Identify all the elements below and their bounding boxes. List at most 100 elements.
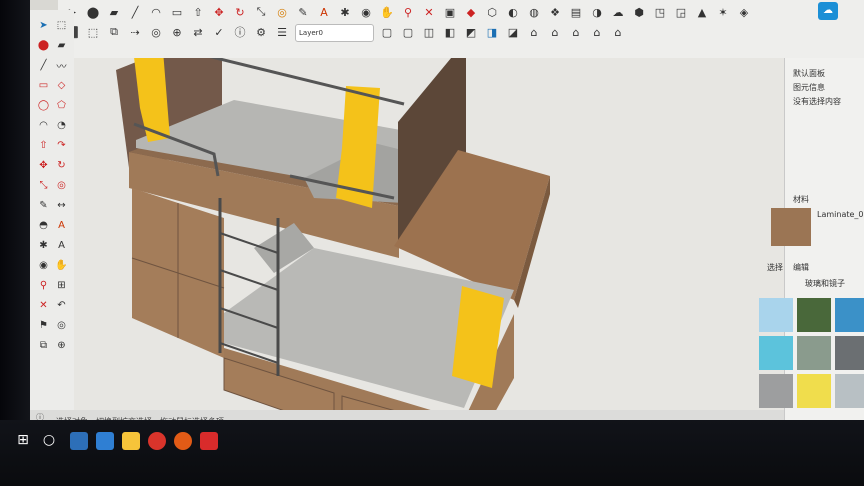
windows-start-icon[interactable]: ⊞ (14, 432, 32, 450)
hidden-line-icon[interactable]: ◧ (442, 24, 458, 40)
position-camera-tool-icon[interactable]: ⊕ (54, 338, 69, 353)
right-view-icon[interactable]: ▲ (694, 4, 710, 20)
zoom-icon[interactable]: ⚲ (400, 4, 416, 20)
select-tool-icon[interactable]: ➤ (36, 18, 51, 33)
paint-bucket-icon[interactable]: ⬤ (36, 38, 51, 53)
3d-text-icon[interactable]: A (54, 238, 69, 253)
pan-tool-icon[interactable]: ✋ (54, 258, 69, 273)
dimension-icon[interactable]: ↔ (54, 198, 69, 213)
extension-icon[interactable]: ◆ (463, 4, 479, 20)
make-component-icon[interactable]: ⬚ (54, 18, 69, 33)
materials-title[interactable]: 材料 (793, 194, 809, 205)
paint-icon[interactable]: ⬤ (85, 4, 101, 20)
file-explorer-icon[interactable] (122, 432, 140, 450)
house-icon[interactable]: ⌂ (526, 24, 542, 40)
scale-icon[interactable]: ⤡ (253, 4, 269, 20)
shaded-icon[interactable]: ◩ (463, 24, 479, 40)
arc-tool-icon[interactable]: ◠ (36, 118, 51, 133)
layers-icon[interactable]: ❖ (547, 4, 563, 20)
rotated-rectangle-icon[interactable]: ◇ (54, 78, 69, 93)
swatch-glass-cyan[interactable] (759, 336, 793, 370)
axes-icon[interactable]: ✱ (337, 4, 353, 20)
house-side-icon[interactable]: ⌂ (568, 24, 584, 40)
rotate-tool-icon[interactable]: ↻ (54, 158, 69, 173)
search-icon[interactable]: ○ (40, 432, 58, 450)
arc-icon[interactable]: ◠ (148, 4, 164, 20)
zoom-extents-icon[interactable]: ✕ (421, 4, 437, 20)
entity-info-title[interactable]: 图元信息 (793, 82, 825, 93)
scale-tool-icon[interactable]: ⤡ (36, 178, 51, 193)
components-icon[interactable]: ⬡ (484, 4, 500, 20)
xray-icon[interactable]: ▢ (379, 24, 395, 40)
drawing-canvas[interactable] (74, 28, 784, 469)
tab-select[interactable]: 选择 (767, 262, 783, 273)
look-around-tool-icon[interactable]: ◎ (54, 318, 69, 333)
model-info-icon[interactable]: ⓘ (232, 24, 248, 40)
push-pull-tool-icon[interactable]: ⇧ (36, 138, 51, 153)
app-red-icon[interactable] (148, 432, 166, 450)
eraser-icon[interactable]: ▰ (106, 4, 122, 20)
protractor-icon[interactable]: ◓ (36, 218, 51, 233)
styles-icon[interactable]: ◍ (526, 4, 542, 20)
previous-view-icon[interactable]: ↶ (54, 298, 69, 313)
offset-icon[interactable]: ◎ (274, 4, 290, 20)
zoom-extents-tool-icon[interactable]: ✕ (36, 298, 51, 313)
group-icon[interactable]: ⬚ (85, 24, 101, 40)
text-icon[interactable]: A (316, 4, 332, 20)
pie-icon[interactable]: ◔ (54, 118, 69, 133)
line-tool-icon[interactable]: ╱ (36, 58, 51, 73)
freehand-icon[interactable]: 〰 (54, 58, 69, 73)
text-tool-icon[interactable]: A (54, 218, 69, 233)
check-icon[interactable]: ✓ (211, 24, 227, 40)
move-icon[interactable]: ✥ (211, 4, 227, 20)
rectangle-tool-icon[interactable]: ▭ (36, 78, 51, 93)
cloud-sync-icon[interactable]: ☁ (818, 2, 838, 20)
house-back-icon[interactable]: ⌂ (589, 24, 605, 40)
front-view-icon[interactable]: ◲ (673, 4, 689, 20)
line-icon[interactable]: ╱ (127, 4, 143, 20)
swatch-glass-blue[interactable] (835, 298, 864, 332)
swatch-glass-texture-green[interactable] (797, 336, 831, 370)
walk-icon[interactable]: ⇢ (127, 24, 143, 40)
back-view-icon[interactable]: ✶ (715, 4, 731, 20)
swatch-glass-yellow[interactable] (797, 374, 831, 408)
rectangle-icon[interactable]: ▭ (169, 4, 185, 20)
textured-icon[interactable]: ◨ (484, 24, 500, 40)
swatch-glass-green[interactable] (797, 298, 831, 332)
orbit-tool-icon[interactable]: ◉ (36, 258, 51, 273)
follow-me-icon[interactable]: ↷ (54, 138, 69, 153)
task-view-icon[interactable] (70, 432, 88, 450)
preferences-icon[interactable]: ⚙ (253, 24, 269, 40)
zoom-window-icon[interactable]: ⊞ (54, 278, 69, 293)
swatch-glass-light-blue[interactable] (759, 298, 793, 332)
back-edges-icon[interactable]: ▢ (400, 24, 416, 40)
top-view-icon[interactable]: ◳ (652, 4, 668, 20)
flip-icon[interactable]: ⇄ (190, 24, 206, 40)
rotate-icon[interactable]: ↻ (232, 4, 248, 20)
firefox-icon[interactable] (174, 432, 192, 450)
section-icon[interactable]: ⧉ (106, 24, 122, 40)
fog-icon[interactable]: ☁ (610, 4, 626, 20)
materials-icon[interactable]: ◐ (505, 4, 521, 20)
swatch-mirror-grey[interactable] (759, 374, 793, 408)
material-dropdown[interactable]: 玻璃和镜子 (805, 278, 845, 289)
move-tool-icon[interactable]: ✥ (36, 158, 51, 173)
layer-select-icon[interactable]: Layer0 (295, 24, 374, 42)
orbit-icon[interactable]: ◉ (358, 4, 374, 20)
walk-tool-icon[interactable]: ⚑ (36, 318, 51, 333)
pan-icon[interactable]: ✋ (379, 4, 395, 20)
layer-manager-icon[interactable]: ☰ (274, 24, 290, 40)
position-camera-icon[interactable]: ⊕ (169, 24, 185, 40)
zoom-tool-icon[interactable]: ⚲ (36, 278, 51, 293)
look-around-icon[interactable]: ◎ (148, 24, 164, 40)
wireframe-icon[interactable]: ◫ (421, 24, 437, 40)
store-icon[interactable] (96, 432, 114, 450)
material-name[interactable]: Laminate_002 (817, 210, 864, 219)
left-view-icon[interactable]: ◈ (736, 4, 752, 20)
section-plane-icon[interactable]: ⧉ (36, 338, 51, 353)
warehouse-icon[interactable]: ▣ (442, 4, 458, 20)
polygon-icon[interactable]: ⬠ (54, 98, 69, 113)
tape-icon[interactable]: ✎ (295, 4, 311, 20)
axes-tool-icon[interactable]: ✱ (36, 238, 51, 253)
scenes-icon[interactable]: ▤ (568, 4, 584, 20)
